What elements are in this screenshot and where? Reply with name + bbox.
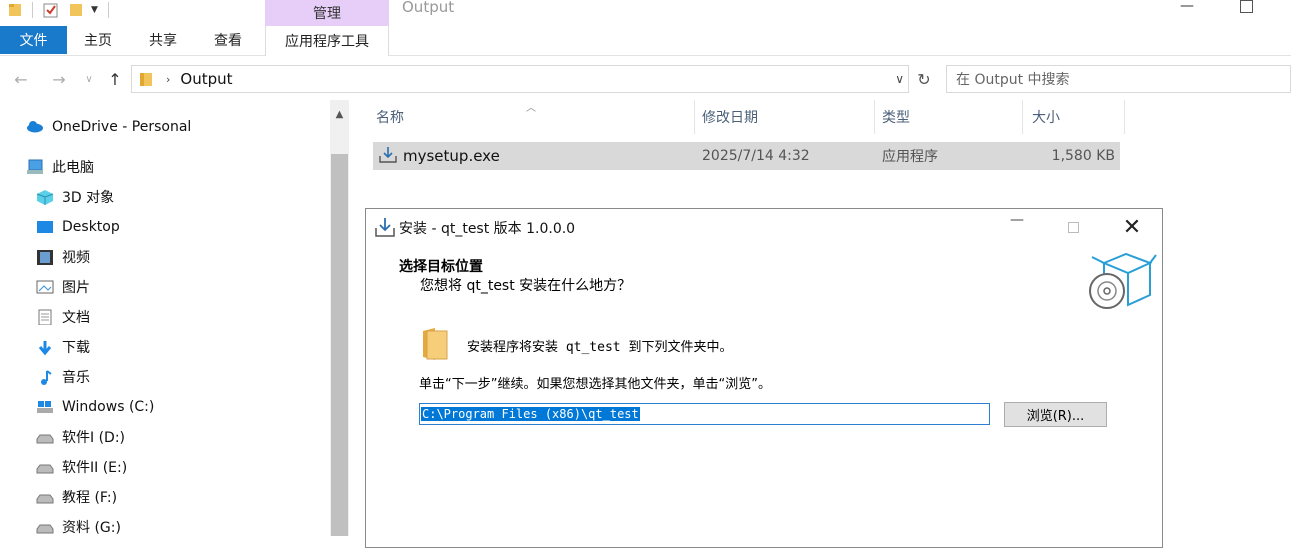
drive-icon	[36, 494, 54, 504]
sidebar-item-label: 此电脑	[52, 160, 94, 176]
video-icon	[37, 250, 53, 265]
customize-toolbar-icon[interactable]: ▼	[91, 5, 98, 15]
installer-icon	[375, 218, 395, 237]
onedrive-icon	[27, 121, 43, 133]
folder-icon[interactable]	[8, 2, 22, 18]
file-type: 应用程序	[882, 149, 938, 165]
scrollbar-thumb[interactable]	[331, 154, 348, 536]
recent-locations-icon[interactable]: ∨	[82, 68, 96, 90]
breadcrumb-output[interactable]: Output	[180, 70, 232, 88]
tab-share[interactable]: 共享	[149, 26, 177, 54]
column-header-name[interactable]: 名称	[373, 100, 695, 134]
download-icon	[38, 341, 52, 355]
destination-path-value[interactable]: C:\Program Files (x86)\qt_test	[421, 407, 640, 421]
sidebar-item-label: 下载	[62, 340, 90, 356]
up-arrow-icon[interactable]: ↑	[104, 68, 126, 90]
pictures-icon	[36, 280, 54, 294]
sidebar-item-label: 教程 (F:)	[62, 490, 118, 506]
sidebar-item-label: 3D 对象	[62, 190, 115, 206]
quick-access-toolbar: ▼	[8, 0, 119, 20]
sidebar-item-drive-f[interactable]: 教程 (F:)	[36, 486, 117, 508]
sidebar-item-label: 音乐	[62, 370, 90, 386]
sidebar-item-3d-objects[interactable]: 3D 对象	[36, 186, 114, 208]
sidebar-item-label: 图片	[62, 280, 90, 296]
sidebar-item-label: 视频	[62, 250, 90, 266]
forward-arrow-icon[interactable]: →	[48, 68, 70, 90]
sidebar-item-drive-d[interactable]: 软件I (D:)	[36, 426, 125, 448]
browse-button[interactable]: 浏览(R)...	[1004, 402, 1107, 427]
new-folder-icon[interactable]	[69, 2, 83, 18]
sidebar-item-label: 文档	[62, 310, 90, 326]
file-name[interactable]: mysetup.exe	[403, 142, 500, 170]
dialog-info-text: 安装程序将安装 qt_test 到下列文件夹中。	[467, 340, 733, 355]
sidebar-item-drive-c[interactable]: Windows (C:)	[36, 396, 154, 418]
column-header-type[interactable]: 类型	[875, 100, 1023, 134]
documents-icon	[38, 309, 52, 325]
windows-drive-icon	[37, 401, 53, 413]
sidebar-item-downloads[interactable]: 下载	[36, 336, 90, 358]
folder-icon	[140, 73, 152, 86]
sidebar-item-music[interactable]: 音乐	[36, 366, 90, 388]
desktop-icon	[37, 221, 53, 233]
sidebar-item-label: Windows (C:)	[62, 399, 155, 415]
window-title: Output	[402, 0, 455, 16]
manage-tab[interactable]: 管理	[265, 0, 389, 26]
dialog-maximize-button[interactable]	[1068, 222, 1079, 233]
sidebar-item-desktop[interactable]: Desktop	[36, 216, 120, 238]
sidebar-item-video[interactable]: 视频	[36, 246, 90, 268]
ribbon-bar	[0, 26, 1291, 56]
sidebar-item-label: 软件II (E:)	[62, 460, 128, 476]
title-bar	[0, 0, 1291, 24]
scroll-up-arrow-icon[interactable]: ▲	[330, 100, 349, 128]
dialog-subheading: 您想将 qt_test 安装在什么地方？	[420, 278, 632, 294]
column-header-modified[interactable]: 修改日期	[695, 100, 875, 134]
sidebar-item-documents[interactable]: 文档	[36, 306, 90, 328]
navigation-pane: OneDrive - Personal 此电脑 3D 对象 Desktop 视频…	[0, 100, 330, 536]
setup-box-disc-icon	[1089, 252, 1157, 309]
search-input[interactable]: 在 Output 中搜索	[946, 65, 1291, 93]
file-modified: 2025/7/14 4:32	[702, 148, 810, 164]
sidebar-item-label: 软件I (D:)	[62, 430, 125, 446]
sidebar-item-drive-g[interactable]: 资料 (G:)	[36, 516, 121, 538]
back-arrow-icon[interactable]: ←	[10, 68, 32, 90]
installer-icon	[379, 147, 397, 163]
column-header-size[interactable]: 大小	[1023, 100, 1125, 134]
properties-icon[interactable]	[43, 2, 59, 18]
drive-icon	[36, 464, 54, 474]
dialog-title: 安装 - qt_test 版本 1.0.0.0	[399, 221, 576, 237]
music-icon	[41, 370, 52, 385]
sidebar-item-pictures[interactable]: 图片	[36, 276, 90, 298]
tab-home[interactable]: 主页	[84, 26, 112, 54]
dialog-close-button[interactable]: ✕	[1121, 214, 1143, 240]
drive-icon	[36, 524, 54, 534]
tab-view[interactable]: 查看	[214, 26, 242, 54]
dialog-instruction-text: 单击“下一步”继续。如果您想选择其他文件夹，单击“浏览”。	[419, 377, 771, 392]
dialog-minimize-button[interactable]: —	[1010, 212, 1024, 228]
sidebar-item-onedrive[interactable]: OneDrive - Personal	[26, 116, 191, 138]
sidebar-item-label: 资料 (G:)	[62, 520, 121, 536]
sidebar-item-drive-e[interactable]: 软件II (E:)	[36, 456, 127, 478]
minimize-button[interactable]: —	[1180, 0, 1200, 16]
address-dropdown-icon[interactable]: ∨	[895, 72, 904, 86]
file-size: 1,580 KB	[1051, 148, 1115, 164]
tab-file[interactable]: 文件	[0, 26, 67, 54]
sidebar-item-label: OneDrive - Personal	[52, 119, 192, 135]
tab-app-tools[interactable]: 应用程序工具	[265, 26, 389, 56]
destination-path-input[interactable]: C:\Program Files (x86)\qt_test	[419, 403, 990, 425]
dialog-heading: 选择目标位置	[399, 259, 483, 275]
computer-icon	[27, 159, 43, 174]
folder-icon	[423, 328, 448, 360]
sidebar-item-label: Desktop	[62, 219, 120, 235]
address-bar[interactable]: › Output ∨	[131, 65, 909, 93]
breadcrumb-chevron-icon[interactable]: ›	[166, 73, 170, 86]
sidebar-item-this-pc[interactable]: 此电脑	[26, 156, 94, 178]
refresh-icon[interactable]: ↻	[912, 65, 936, 93]
maximize-button[interactable]	[1240, 0, 1253, 13]
drive-icon	[36, 434, 54, 444]
3d-objects-icon	[36, 190, 54, 205]
